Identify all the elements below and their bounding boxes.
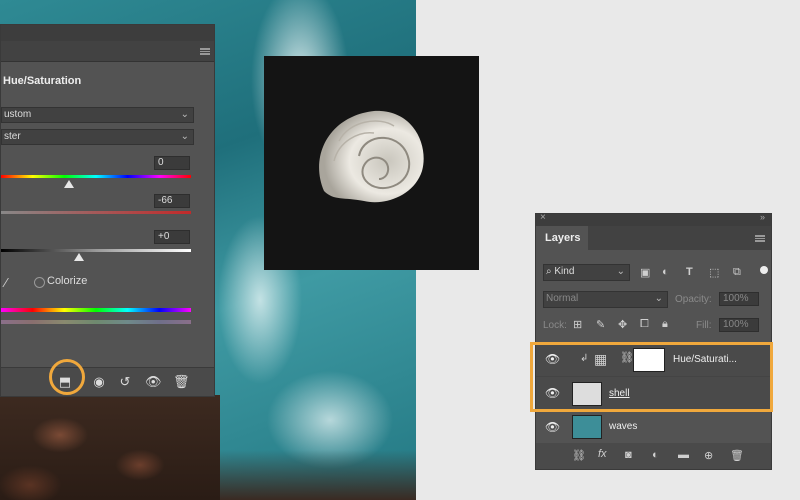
chevron-down-icon: ⌄ (180, 131, 189, 142)
blend-mode-dropdown[interactable]: Normal ⌄ (543, 291, 668, 308)
panel-title: Hue/Saturation (3, 75, 82, 87)
hue-slider-thumb[interactable] (64, 180, 74, 188)
fill-label: Fill: (696, 320, 712, 331)
saturation-field[interactable]: -66 (154, 194, 190, 208)
hue-saturation-panel: Hue/Saturation ustom ⌄ ster ⌄ 0 -66 +0 ⁄… (0, 24, 215, 397)
chevron-down-icon: ⌄ (616, 266, 625, 277)
shell-image (264, 56, 479, 270)
lightness-slider-track[interactable] (1, 249, 191, 252)
layer-thumbnail[interactable] (572, 415, 602, 439)
tab-layers[interactable]: Layers (536, 226, 588, 250)
lock-transparent-icon[interactable]: ⊞ (573, 318, 582, 331)
panel-bottom-bar: ⬒ ◉ ↺ 👁 🗑 (1, 367, 214, 396)
hue-field[interactable]: 0 (154, 156, 190, 170)
lightness-field[interactable]: +0 (154, 230, 190, 244)
color-bar-output (1, 320, 191, 324)
rocks-image-edge (220, 450, 416, 500)
filter-kind-value: Kind (554, 266, 575, 277)
blend-mode-value: Normal (546, 293, 579, 304)
link-layers-icon[interactable]: ⛓ (572, 449, 586, 462)
view-previous-state-icon[interactable]: ◉ (91, 374, 107, 390)
filter-toggle[interactable] (760, 266, 768, 274)
new-adjustment-icon[interactable]: ◐ (652, 449, 659, 461)
hue-slider-track[interactable] (1, 175, 191, 178)
collapse-icon[interactable]: » (760, 212, 765, 222)
layers-title-bar[interactable]: × » (536, 212, 771, 226)
layer-name[interactable]: waves (609, 421, 637, 432)
lock-label: Lock: (543, 320, 567, 331)
filter-smart-object-icon[interactable]: ⧉ (733, 266, 741, 279)
opacity-label: Opacity: (675, 294, 712, 305)
chevron-down-icon: ⌄ (180, 109, 189, 120)
reset-icon[interactable]: ↺ (117, 374, 133, 390)
saturation-slider-track[interactable] (1, 211, 191, 214)
channel-value: ster (4, 131, 21, 142)
lock-image-icon[interactable]: ✎ (596, 318, 605, 331)
filter-shape-icon[interactable]: ⬚ (709, 266, 719, 279)
filter-adjustment-icon[interactable]: ◐ (662, 266, 669, 278)
chevron-down-icon: ⌄ (654, 293, 663, 304)
clip-button-highlight (49, 359, 85, 395)
filter-kind-dropdown[interactable]: ⌕ Kind ⌄ (543, 264, 630, 281)
new-layer-icon[interactable]: ⊕ (704, 449, 713, 462)
new-group-icon[interactable]: ▬ (678, 449, 689, 461)
trash-icon[interactable]: 🗑 (730, 449, 744, 462)
lock-all-icon[interactable]: 🔒︎ (662, 318, 668, 331)
preset-dropdown[interactable]: ustom ⌄ (1, 107, 194, 123)
fill-field[interactable]: 100% (719, 318, 759, 332)
rocks-image (0, 395, 220, 500)
filter-type-icon[interactable]: T (686, 266, 693, 278)
filter-pixel-icon[interactable]: ▣ (640, 266, 650, 279)
panel-tab-bar (1, 41, 214, 62)
opacity-field[interactable]: 100% (719, 292, 759, 306)
nautilus-shell (319, 110, 424, 203)
visibility-eye-icon[interactable]: 👁 (145, 374, 162, 390)
close-icon[interactable]: × (540, 212, 546, 223)
add-mask-icon[interactable]: ◙ (625, 449, 632, 461)
colorize-label: Colorize (47, 275, 88, 287)
color-bar-input (1, 308, 191, 312)
eyedropper-icon[interactable]: ⁄ (5, 275, 7, 290)
lock-position-icon[interactable]: ✥ (618, 318, 627, 331)
layers-bottom-bar: ⛓ fx ◙ ◐ ▬ ⊕ 🗑 (536, 443, 771, 469)
lightness-slider-thumb[interactable] (74, 253, 84, 261)
visibility-eye-icon[interactable]: 👁 (545, 420, 560, 434)
colorize-checkbox[interactable] (34, 277, 45, 288)
channel-dropdown[interactable]: ster ⌄ (1, 129, 194, 145)
panel-title-bar[interactable] (1, 25, 214, 41)
trash-icon[interactable]: 🗑 (173, 374, 190, 390)
layers-menu-icon[interactable] (755, 235, 765, 242)
lock-artboard-icon[interactable]: ⧠ (640, 318, 649, 331)
panel-menu-icon[interactable] (200, 48, 210, 55)
preset-value: ustom (4, 109, 32, 120)
layer-row-waves[interactable]: 👁 waves (536, 411, 771, 444)
fx-icon[interactable]: fx (598, 448, 607, 460)
layers-highlight (530, 342, 773, 412)
